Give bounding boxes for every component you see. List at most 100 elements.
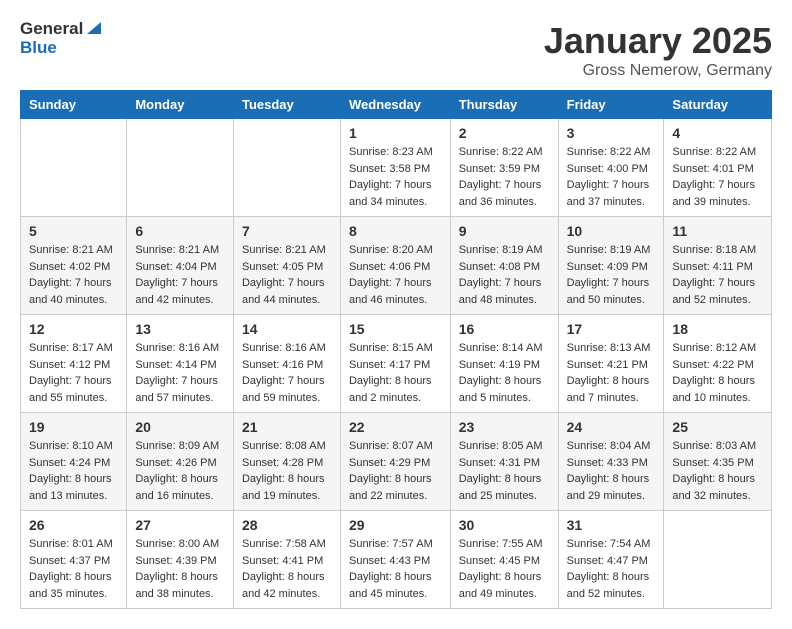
day-info: Sunrise: 8:16 AM Sunset: 4:14 PM Dayligh… <box>135 340 225 406</box>
daylight-text: Daylight: 8 hours and 25 minutes. <box>459 471 550 504</box>
sunset-text: Sunset: 4:00 PM <box>567 161 656 178</box>
table-row <box>664 511 772 609</box>
table-row: 2 Sunrise: 8:22 AM Sunset: 3:59 PM Dayli… <box>450 119 558 217</box>
table-row: 13 Sunrise: 8:16 AM Sunset: 4:14 PM Dayl… <box>127 315 234 413</box>
day-number: 7 <box>242 223 332 239</box>
day-number: 21 <box>242 419 332 435</box>
day-info: Sunrise: 8:21 AM Sunset: 4:04 PM Dayligh… <box>135 242 225 308</box>
day-info: Sunrise: 8:21 AM Sunset: 4:02 PM Dayligh… <box>29 242 118 308</box>
location-title: Gross Nemerow, Germany <box>544 62 772 80</box>
day-number: 31 <box>567 517 656 533</box>
sunrise-text: Sunrise: 8:22 AM <box>459 144 550 161</box>
day-number: 14 <box>242 321 332 337</box>
sunset-text: Sunset: 4:21 PM <box>567 357 656 374</box>
sunrise-text: Sunrise: 8:09 AM <box>135 438 225 455</box>
day-info: Sunrise: 8:08 AM Sunset: 4:28 PM Dayligh… <box>242 438 332 504</box>
table-row: 20 Sunrise: 8:09 AM Sunset: 4:26 PM Dayl… <box>127 413 234 511</box>
day-number: 10 <box>567 223 656 239</box>
sunset-text: Sunset: 4:04 PM <box>135 259 225 276</box>
day-info: Sunrise: 8:13 AM Sunset: 4:21 PM Dayligh… <box>567 340 656 406</box>
sunrise-text: Sunrise: 8:16 AM <box>135 340 225 357</box>
day-number: 16 <box>459 321 550 337</box>
daylight-text: Daylight: 7 hours and 36 minutes. <box>459 177 550 210</box>
day-info: Sunrise: 8:05 AM Sunset: 4:31 PM Dayligh… <box>459 438 550 504</box>
day-info: Sunrise: 7:54 AM Sunset: 4:47 PM Dayligh… <box>567 536 656 602</box>
sunrise-text: Sunrise: 8:19 AM <box>567 242 656 259</box>
daylight-text: Daylight: 7 hours and 34 minutes. <box>349 177 442 210</box>
day-number: 20 <box>135 419 225 435</box>
sunrise-text: Sunrise: 8:04 AM <box>567 438 656 455</box>
sunrise-text: Sunrise: 7:57 AM <box>349 536 442 553</box>
table-row: 6 Sunrise: 8:21 AM Sunset: 4:04 PM Dayli… <box>127 217 234 315</box>
table-row: 28 Sunrise: 7:58 AM Sunset: 4:41 PM Dayl… <box>233 511 340 609</box>
daylight-text: Daylight: 7 hours and 57 minutes. <box>135 373 225 406</box>
calendar-week-row: 26 Sunrise: 8:01 AM Sunset: 4:37 PM Dayl… <box>21 511 772 609</box>
table-row: 1 Sunrise: 8:23 AM Sunset: 3:58 PM Dayli… <box>340 119 450 217</box>
col-sunday: Sunday <box>21 91 127 119</box>
calendar-week-row: 5 Sunrise: 8:21 AM Sunset: 4:02 PM Dayli… <box>21 217 772 315</box>
day-info: Sunrise: 8:16 AM Sunset: 4:16 PM Dayligh… <box>242 340 332 406</box>
sunrise-text: Sunrise: 8:21 AM <box>29 242 118 259</box>
day-info: Sunrise: 8:17 AM Sunset: 4:12 PM Dayligh… <box>29 340 118 406</box>
table-row: 9 Sunrise: 8:19 AM Sunset: 4:08 PM Dayli… <box>450 217 558 315</box>
sunrise-text: Sunrise: 8:16 AM <box>242 340 332 357</box>
day-info: Sunrise: 7:58 AM Sunset: 4:41 PM Dayligh… <box>242 536 332 602</box>
table-row: 10 Sunrise: 8:19 AM Sunset: 4:09 PM Dayl… <box>558 217 664 315</box>
daylight-text: Daylight: 7 hours and 37 minutes. <box>567 177 656 210</box>
day-info: Sunrise: 8:21 AM Sunset: 4:05 PM Dayligh… <box>242 242 332 308</box>
table-row: 25 Sunrise: 8:03 AM Sunset: 4:35 PM Dayl… <box>664 413 772 511</box>
calendar-week-row: 12 Sunrise: 8:17 AM Sunset: 4:12 PM Dayl… <box>21 315 772 413</box>
day-info: Sunrise: 8:22 AM Sunset: 4:01 PM Dayligh… <box>672 144 763 210</box>
day-number: 27 <box>135 517 225 533</box>
day-number: 17 <box>567 321 656 337</box>
day-info: Sunrise: 8:00 AM Sunset: 4:39 PM Dayligh… <box>135 536 225 602</box>
daylight-text: Daylight: 7 hours and 59 minutes. <box>242 373 332 406</box>
table-row <box>127 119 234 217</box>
daylight-text: Daylight: 7 hours and 44 minutes. <box>242 275 332 308</box>
daylight-text: Daylight: 7 hours and 52 minutes. <box>672 275 763 308</box>
daylight-text: Daylight: 8 hours and 38 minutes. <box>135 569 225 602</box>
day-number: 9 <box>459 223 550 239</box>
table-row: 23 Sunrise: 8:05 AM Sunset: 4:31 PM Dayl… <box>450 413 558 511</box>
day-number: 24 <box>567 419 656 435</box>
sunrise-text: Sunrise: 8:05 AM <box>459 438 550 455</box>
table-row: 21 Sunrise: 8:08 AM Sunset: 4:28 PM Dayl… <box>233 413 340 511</box>
day-info: Sunrise: 8:01 AM Sunset: 4:37 PM Dayligh… <box>29 536 118 602</box>
day-number: 8 <box>349 223 442 239</box>
day-info: Sunrise: 8:20 AM Sunset: 4:06 PM Dayligh… <box>349 242 442 308</box>
sunrise-text: Sunrise: 8:03 AM <box>672 438 763 455</box>
day-info: Sunrise: 8:12 AM Sunset: 4:22 PM Dayligh… <box>672 340 763 406</box>
sunset-text: Sunset: 4:39 PM <box>135 553 225 570</box>
sunrise-text: Sunrise: 7:58 AM <box>242 536 332 553</box>
table-row: 26 Sunrise: 8:01 AM Sunset: 4:37 PM Dayl… <box>21 511 127 609</box>
sunset-text: Sunset: 4:12 PM <box>29 357 118 374</box>
sunrise-text: Sunrise: 8:13 AM <box>567 340 656 357</box>
sunrise-text: Sunrise: 8:23 AM <box>349 144 442 161</box>
sunrise-text: Sunrise: 8:17 AM <box>29 340 118 357</box>
sunset-text: Sunset: 4:22 PM <box>672 357 763 374</box>
daylight-text: Daylight: 8 hours and 2 minutes. <box>349 373 442 406</box>
day-number: 26 <box>29 517 118 533</box>
calendar-week-row: 19 Sunrise: 8:10 AM Sunset: 4:24 PM Dayl… <box>21 413 772 511</box>
day-number: 30 <box>459 517 550 533</box>
daylight-text: Daylight: 8 hours and 13 minutes. <box>29 471 118 504</box>
table-row: 30 Sunrise: 7:55 AM Sunset: 4:45 PM Dayl… <box>450 511 558 609</box>
daylight-text: Daylight: 7 hours and 50 minutes. <box>567 275 656 308</box>
day-info: Sunrise: 8:18 AM Sunset: 4:11 PM Dayligh… <box>672 242 763 308</box>
day-number: 19 <box>29 419 118 435</box>
table-row: 18 Sunrise: 8:12 AM Sunset: 4:22 PM Dayl… <box>664 315 772 413</box>
daylight-text: Daylight: 7 hours and 39 minutes. <box>672 177 763 210</box>
sunset-text: Sunset: 4:31 PM <box>459 455 550 472</box>
sunset-text: Sunset: 4:08 PM <box>459 259 550 276</box>
day-info: Sunrise: 8:19 AM Sunset: 4:09 PM Dayligh… <box>567 242 656 308</box>
daylight-text: Daylight: 8 hours and 7 minutes. <box>567 373 656 406</box>
sunset-text: Sunset: 4:17 PM <box>349 357 442 374</box>
daylight-text: Daylight: 8 hours and 22 minutes. <box>349 471 442 504</box>
sunset-text: Sunset: 4:28 PM <box>242 455 332 472</box>
logo-triangle-icon <box>85 20 103 38</box>
day-number: 2 <box>459 125 550 141</box>
table-row: 19 Sunrise: 8:10 AM Sunset: 4:24 PM Dayl… <box>21 413 127 511</box>
daylight-text: Daylight: 8 hours and 5 minutes. <box>459 373 550 406</box>
day-info: Sunrise: 8:04 AM Sunset: 4:33 PM Dayligh… <box>567 438 656 504</box>
header-row: Sunday Monday Tuesday Wednesday Thursday… <box>21 91 772 119</box>
